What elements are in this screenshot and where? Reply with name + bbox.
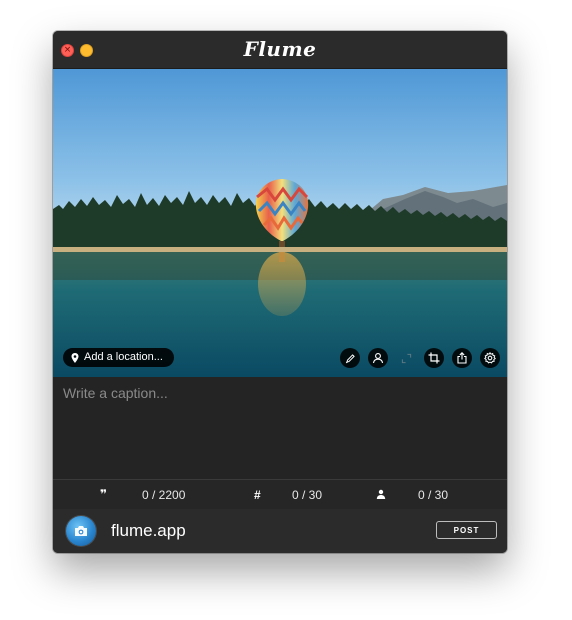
edit-pen-icon	[345, 353, 355, 363]
user-tag-icon	[372, 353, 384, 364]
quote-icon: ❞	[100, 487, 108, 501]
hashtag-count: 0 / 30	[292, 488, 323, 502]
camera-icon	[75, 526, 87, 536]
account-name: flume.app	[111, 521, 186, 540]
settings-button[interactable]	[480, 348, 500, 368]
title-bar: × Flume	[53, 31, 507, 69]
resize-button[interactable]	[396, 348, 416, 368]
add-location-label: Add a location...	[84, 351, 163, 363]
post-button[interactable]: POST	[436, 521, 497, 539]
person-icon	[376, 489, 386, 499]
add-location-button[interactable]: Add a location...	[63, 348, 174, 367]
resize-icon	[401, 353, 411, 363]
share-icon	[457, 352, 467, 364]
character-count: 0 / 2200	[142, 488, 186, 502]
avatar[interactable]	[66, 516, 96, 546]
crop-icon	[428, 352, 440, 364]
crop-button[interactable]	[424, 348, 444, 368]
caption-area	[53, 377, 507, 479]
photo-preview: Add a location...	[53, 69, 507, 377]
location-pin-icon	[71, 352, 79, 363]
share-button[interactable]	[452, 348, 472, 368]
caption-input[interactable]	[63, 385, 497, 473]
tag-people-button[interactable]	[368, 348, 388, 368]
edit-button[interactable]	[340, 348, 360, 368]
app-title: Flume	[243, 37, 317, 61]
counters-bar: ❞ 0 / 2200 # 0 / 30 0 / 30	[53, 479, 507, 510]
hashtag-icon: #	[254, 488, 261, 502]
account-footer: flume.app POST	[53, 509, 507, 553]
balloon-lake-photo	[53, 69, 507, 377]
settings-gear-icon	[484, 352, 496, 364]
mention-count: 0 / 30	[418, 488, 449, 502]
app-window: × Flume Add a location... Write a captio…	[53, 31, 507, 553]
photo-toolbar	[340, 348, 500, 368]
